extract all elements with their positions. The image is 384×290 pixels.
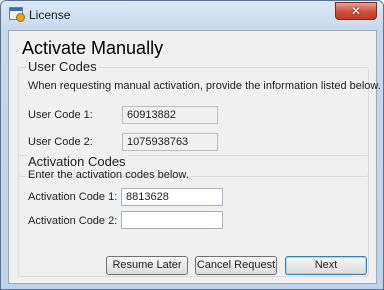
- user-code-1-field[interactable]: 60913882: [122, 106, 218, 124]
- resume-later-button[interactable]: Resume Later: [106, 256, 188, 275]
- activation-code-2-label: Activation Code 2:: [28, 215, 118, 227]
- activation-code-2-input[interactable]: [121, 211, 223, 229]
- activation-code-1-label: Activation Code 1:: [28, 191, 118, 203]
- dialog-content: Activate Manually User Codes When reques…: [8, 30, 381, 284]
- close-icon: ✕: [350, 4, 362, 18]
- license-window: License ✕ Activate Manually User Codes W…: [0, 0, 384, 290]
- user-code-1-label: User Code 1:: [28, 109, 93, 121]
- activation-codes-title: Activation Codes: [26, 154, 128, 169]
- activation-code-1-input[interactable]: 8813628: [121, 188, 223, 206]
- user-codes-description: When requesting manual activation, provi…: [28, 80, 381, 92]
- cancel-request-button[interactable]: Cancel Request: [195, 256, 277, 275]
- next-button[interactable]: Next: [285, 256, 367, 275]
- title-bar[interactable]: License ✕: [1, 1, 383, 29]
- page-title: Activate Manually: [22, 38, 164, 58]
- close-button[interactable]: ✕: [335, 2, 377, 20]
- user-code-2-label: User Code 2:: [28, 136, 93, 148]
- activation-codes-description: Enter the activation codes below.: [28, 169, 189, 181]
- user-codes-title: User Codes: [26, 59, 99, 74]
- window-title: License: [29, 8, 71, 22]
- user-code-2-field[interactable]: 1075938763: [122, 133, 218, 151]
- license-app-icon: [9, 7, 25, 22]
